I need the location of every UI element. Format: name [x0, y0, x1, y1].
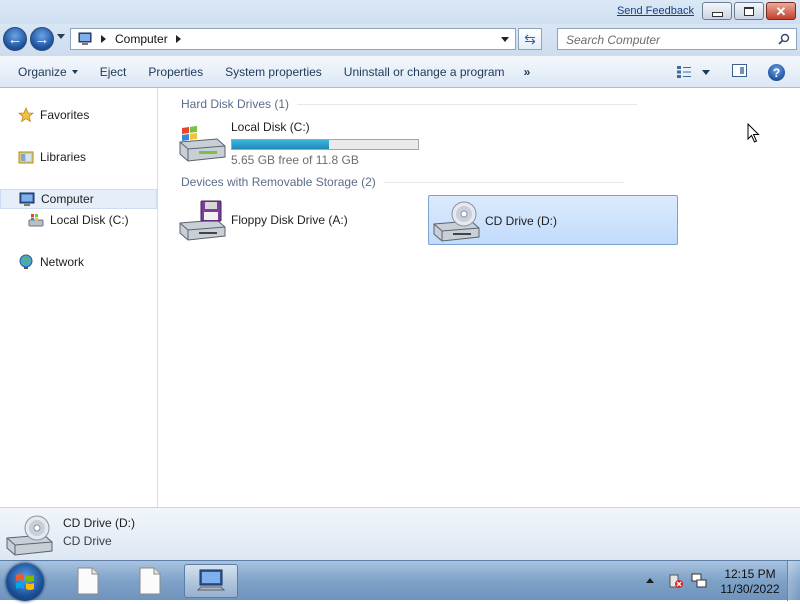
nav-label: Computer	[41, 192, 94, 206]
computer-icon	[196, 569, 226, 591]
nav-item-libraries[interactable]: Libraries	[18, 147, 86, 167]
computer-icon	[78, 32, 92, 45]
properties-button[interactable]: Properties	[137, 60, 214, 84]
organize-menu[interactable]: Organize	[0, 60, 89, 84]
star-icon	[18, 107, 34, 123]
taskbar-document-button[interactable]	[63, 564, 113, 598]
hard-disk-icon	[28, 212, 44, 228]
system-properties-button[interactable]: System properties	[214, 60, 333, 84]
search-icon[interactable]	[778, 33, 790, 45]
nav-item-network[interactable]: Network	[18, 252, 84, 272]
drive-name: Floppy Disk Drive (A:)	[231, 213, 348, 227]
network-status-icon[interactable]	[691, 573, 707, 589]
chevron-down-icon	[702, 69, 710, 75]
start-button[interactable]	[6, 563, 44, 601]
group-header-label: Devices with Removable Storage (2)	[181, 175, 376, 189]
arrow-right-icon: →	[34, 30, 50, 48]
refresh-icon: ⇆	[524, 30, 536, 47]
content-pane: Hard Disk Drives (1) Local Disk (C:) 5.6…	[159, 88, 800, 507]
minimize-button[interactable]	[702, 2, 732, 20]
show-hidden-icons-button[interactable]	[646, 578, 654, 583]
nav-label: Favorites	[40, 108, 90, 122]
drive-tile-local-disk[interactable]: Local Disk (C:) 5.65 GB free of 11.8 GB	[175, 116, 437, 167]
breadcrumb-computer[interactable]: Computer	[115, 32, 168, 46]
disk-usage-bar	[231, 139, 419, 150]
nav-item-computer[interactable]: Computer	[0, 189, 157, 209]
details-item-name: CD Drive (D:)	[63, 516, 135, 530]
chevron-down-icon	[71, 70, 78, 75]
taskbar: 12:15 PM 11/30/2022	[0, 560, 800, 601]
close-icon: ✕	[775, 3, 787, 19]
command-bar: Organize Eject Properties System propert…	[0, 56, 800, 88]
drive-name: Local Disk (C:)	[231, 120, 310, 134]
windows-logo-icon	[16, 574, 34, 590]
arrow-left-icon: ←	[7, 30, 23, 48]
group-header-removable[interactable]: Devices with Removable Storage (2)	[181, 175, 624, 189]
floppy-drive-icon	[179, 200, 226, 241]
search-box[interactable]	[557, 28, 797, 50]
show-desktop-button[interactable]	[787, 561, 800, 601]
navigation-pane: Favorites Libraries Computer Local Disk …	[0, 88, 158, 507]
group-header-label: Hard Disk Drives (1)	[181, 97, 290, 111]
restore-icon	[744, 6, 754, 16]
clock-date: 11/30/2022	[720, 582, 780, 596]
hard-disk-icon	[179, 125, 226, 162]
address-bar[interactable]: Computer	[70, 28, 516, 50]
restore-button[interactable]	[734, 2, 764, 20]
group-header-hard-disks[interactable]: Hard Disk Drives (1)	[181, 97, 638, 111]
navigation-row: ← → Computer ⇆	[0, 24, 800, 56]
taskbar-document-button[interactable]	[125, 564, 175, 598]
drive-tile-cd[interactable]: CD Drive (D:)	[428, 195, 678, 245]
help-icon: ?	[772, 65, 781, 80]
more-commands-button[interactable]: »	[516, 65, 537, 79]
drive-name: CD Drive (D:)	[485, 214, 557, 228]
drive-free-space: 5.65 GB free of 11.8 GB	[231, 153, 359, 167]
taskbar-explorer-button[interactable]	[184, 564, 238, 598]
system-clock[interactable]: 12:15 PM 11/30/2022	[716, 567, 784, 597]
minimize-icon	[711, 11, 723, 17]
search-input[interactable]	[564, 30, 768, 50]
clock-time: 12:15 PM	[724, 567, 776, 581]
nav-label: Libraries	[40, 150, 87, 164]
change-view-button[interactable]	[676, 63, 710, 81]
help-button[interactable]: ?	[768, 64, 785, 81]
eject-button[interactable]: Eject	[89, 60, 138, 84]
computer-icon	[19, 191, 35, 207]
nav-item-local-disk[interactable]: Local Disk (C:)	[28, 210, 129, 230]
nav-label: Local Disk (C:)	[50, 213, 129, 227]
group-divider	[383, 181, 624, 183]
preview-pane-button[interactable]	[732, 64, 747, 77]
mouse-cursor-icon	[747, 123, 760, 143]
group-divider	[297, 103, 638, 105]
drive-tile-floppy[interactable]: Floppy Disk Drive (A:)	[175, 195, 427, 245]
details-pane: CD Drive (D:) CD Drive	[0, 507, 800, 560]
details-item-type: CD Drive	[63, 534, 112, 548]
breadcrumb-arrow-icon[interactable]	[175, 35, 181, 43]
network-icon	[18, 254, 34, 270]
uninstall-program-button[interactable]: Uninstall or change a program	[333, 60, 516, 84]
document-icon	[139, 567, 161, 595]
close-button[interactable]: ✕	[766, 2, 796, 20]
nav-label: Network	[40, 255, 85, 269]
view-options-icon	[677, 66, 691, 78]
disk-usage-fill	[232, 140, 329, 149]
document-icon	[77, 567, 99, 595]
address-dropdown-icon[interactable]	[501, 37, 509, 42]
back-button[interactable]: ←	[3, 27, 27, 51]
cd-drive-icon	[433, 201, 480, 242]
action-center-icon[interactable]	[668, 573, 684, 589]
refresh-button[interactable]: ⇆	[518, 28, 542, 50]
forward-button[interactable]: →	[30, 27, 54, 51]
nav-item-favorites[interactable]: Favorites	[18, 105, 89, 125]
send-feedback-link[interactable]: Send Feedback	[617, 5, 694, 17]
library-icon	[18, 149, 34, 165]
recent-pages-dropdown[interactable]	[57, 34, 65, 39]
breadcrumb-arrow-icon[interactable]	[101, 35, 106, 43]
cd-drive-icon	[6, 515, 53, 556]
organize-label: Organize	[18, 64, 67, 79]
title-bar: Send Feedback ✕	[0, 0, 800, 24]
